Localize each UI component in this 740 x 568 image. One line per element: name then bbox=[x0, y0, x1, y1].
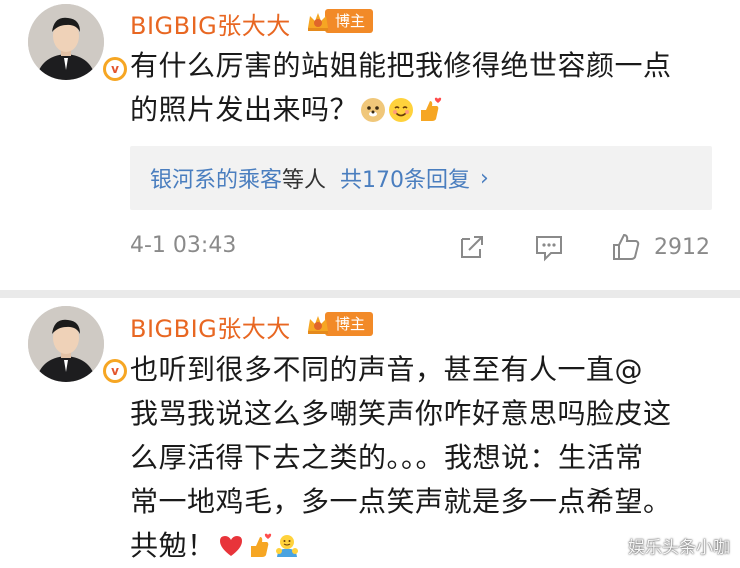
blogger-badge: 博主 bbox=[305, 309, 374, 339]
red-heart-icon bbox=[219, 536, 242, 556]
chevron-right-icon: › bbox=[480, 165, 489, 191]
replies-count[interactable]: 共170条回复 bbox=[340, 162, 470, 194]
comment-line: 我骂我说这么多嘲笑声你咋好意思吗脸皮这 bbox=[130, 397, 672, 430]
watermark: 娱乐头条小咖 bbox=[628, 538, 730, 558]
smile-emoji-icon bbox=[389, 98, 414, 122]
comment-icon bbox=[536, 236, 562, 262]
replies-box[interactable]: 银河系的乘客 等人 共170条回复 › bbox=[130, 146, 712, 210]
badge-label: 博主 bbox=[325, 312, 374, 336]
comment-line: 也听到很多不同的声音，甚至有人一直@ bbox=[130, 353, 644, 386]
share-button[interactable] bbox=[456, 230, 488, 264]
comment-2: v BIGBIG张大大 博主 也听到很多不同的声音，甚至有人一直@ 我骂我说这么… bbox=[0, 298, 740, 564]
comment-line-text: 的照片发出来吗？ bbox=[130, 93, 359, 126]
replier-name[interactable]: 银河系的乘客 bbox=[150, 162, 282, 194]
comment-line: 有什么厉害的站姐能把我修得绝世容颜一点 bbox=[130, 49, 672, 82]
avatar-image bbox=[28, 4, 104, 80]
comment-line: 常一地鸡毛，多一点笑声就是多一点希望。 bbox=[130, 485, 672, 518]
thumbs-up-heart-icon bbox=[250, 533, 271, 557]
username[interactable]: BIGBIG张大大 bbox=[130, 6, 291, 41]
verified-badge-icon: v bbox=[101, 357, 129, 385]
comment-line-2: 的照片发出来吗？ bbox=[130, 88, 720, 132]
divider bbox=[0, 290, 740, 298]
timestamp: 4-1 03:43 bbox=[130, 233, 237, 258]
badge-label: 博主 bbox=[325, 9, 374, 33]
verified-badge-icon: v bbox=[101, 55, 129, 83]
replies-others: 等人 bbox=[282, 168, 327, 193]
comment-text: 有什么厉害的站姐能把我修得绝世容颜一点 的照片发出来吗？ bbox=[130, 44, 720, 132]
thumbs-up-icon bbox=[613, 233, 640, 260]
blogger-badge: 博主 bbox=[305, 6, 374, 36]
username[interactable]: BIGBIG张大大 bbox=[130, 309, 291, 344]
comment-line: 么厚活得下去之类的。。。我想说：生活常 bbox=[130, 441, 644, 474]
avatar-image bbox=[28, 306, 104, 382]
crown-icon bbox=[308, 13, 328, 31]
thumbs-up-heart-icon bbox=[421, 97, 442, 121]
avatar[interactable]: v bbox=[28, 4, 129, 83]
comment-line-text: 共勉！ bbox=[130, 529, 216, 562]
like-count: 2912 bbox=[654, 234, 710, 260]
comment-button[interactable] bbox=[533, 230, 565, 264]
doge-emoji-icon bbox=[361, 98, 386, 122]
hug-icon bbox=[275, 535, 298, 557]
share-icon bbox=[461, 236, 483, 258]
avatar[interactable]: v bbox=[28, 306, 129, 385]
comment-1: v BIGBIG张大大 博主 有什么厉害的站姐能把我修得绝世容颜一点 的照片发出… bbox=[0, 0, 740, 290]
crown-icon bbox=[308, 316, 328, 334]
like-button[interactable]: 2912 bbox=[610, 230, 710, 264]
